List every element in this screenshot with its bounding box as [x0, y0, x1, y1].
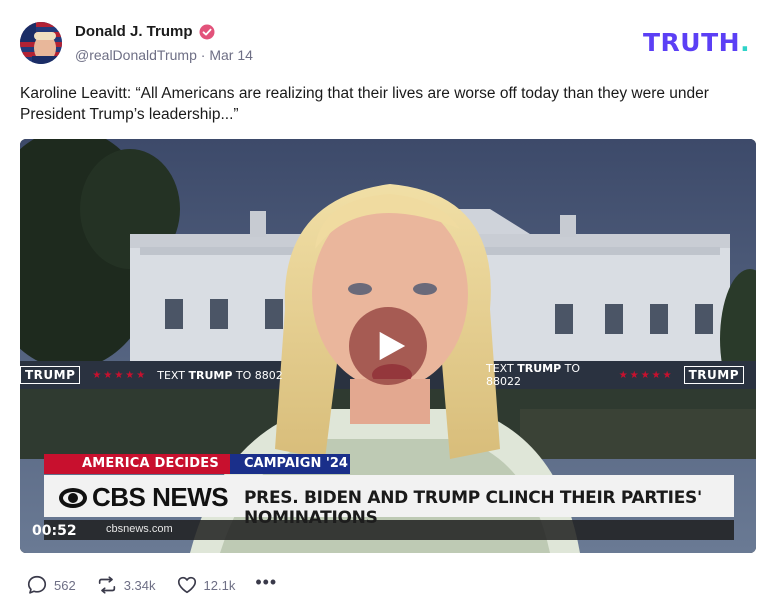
trump-sign-logo: TRUMP: [683, 366, 744, 384]
sign-bold: TRUMP: [188, 368, 233, 382]
cbs-news-logo: CBS NEWS: [58, 482, 229, 513]
retruth-button[interactable]: 3.34k: [96, 574, 156, 596]
meta-separator: ·: [200, 47, 206, 63]
post-actions: 562 3.34k 12.1k •••: [26, 572, 277, 596]
stars-decoration: ★★★★★: [92, 369, 148, 381]
verified-badge-icon: [199, 24, 215, 40]
network-name: CBS NEWS: [92, 482, 229, 512]
play-icon: [379, 331, 406, 361]
like-button[interactable]: 12.1k: [176, 574, 236, 596]
video-duration: 00:52: [32, 523, 77, 539]
play-button[interactable]: [349, 307, 427, 385]
author-meta: @realDonaldTrump · Mar 14: [75, 47, 253, 63]
more-options-icon[interactable]: •••: [255, 572, 277, 593]
author-name[interactable]: Donald J. Trump: [75, 23, 215, 40]
retruth-count: 3.34k: [123, 577, 156, 593]
retruth-icon: [98, 576, 115, 594]
sign-prefix: TEXT: [157, 368, 189, 382]
video-player[interactable]: TRUMP ★★★★★ TEXT TRUMP TO 8802 TEXT TRUM…: [20, 139, 756, 553]
logo-dot: .: [740, 28, 751, 57]
background-sign-left: TRUMP ★★★★★ TEXT TRUMP TO 8802: [20, 363, 283, 387]
post-date[interactable]: Mar 14: [209, 47, 253, 63]
logo-text: TRUTH: [643, 28, 741, 57]
lower-third-tag-right: CAMPAIGN '24: [230, 454, 350, 474]
sign-prefix: TEXT: [486, 362, 518, 375]
heart-icon: [177, 576, 196, 594]
stars-decoration: ★★★★★: [618, 369, 674, 381]
like-count: 12.1k: [203, 577, 236, 593]
sign-text-right: TEXT TRUMP TO 88022: [486, 362, 609, 388]
reply-icon: [27, 575, 47, 594]
sign-bold: TRUMP: [517, 362, 562, 375]
avatar[interactable]: [20, 22, 62, 64]
reply-button[interactable]: 562: [26, 574, 76, 596]
sign-text-left: TEXT TRUMP TO 8802: [157, 369, 283, 382]
author-handle[interactable]: @realDonaldTrump: [75, 47, 197, 63]
trump-sign-logo: TRUMP: [20, 366, 81, 384]
author-name-text[interactable]: Donald J. Trump: [75, 23, 193, 40]
reply-count: 562: [54, 577, 76, 593]
cbs-eye-icon: [59, 487, 87, 508]
post-text: Karoline Leavitt: “All Americans are rea…: [20, 85, 709, 123]
background-sign-right: TEXT TRUMP TO 88022 ★★★★★ TRUMP: [486, 362, 756, 388]
truth-social-logo[interactable]: TRUTH.: [643, 28, 750, 57]
sign-suffix: TO 8802: [232, 368, 283, 382]
lower-third-url: cbsnews.com: [106, 523, 173, 535]
lower-third-tag-left: AMERICA DECIDES: [44, 454, 230, 474]
